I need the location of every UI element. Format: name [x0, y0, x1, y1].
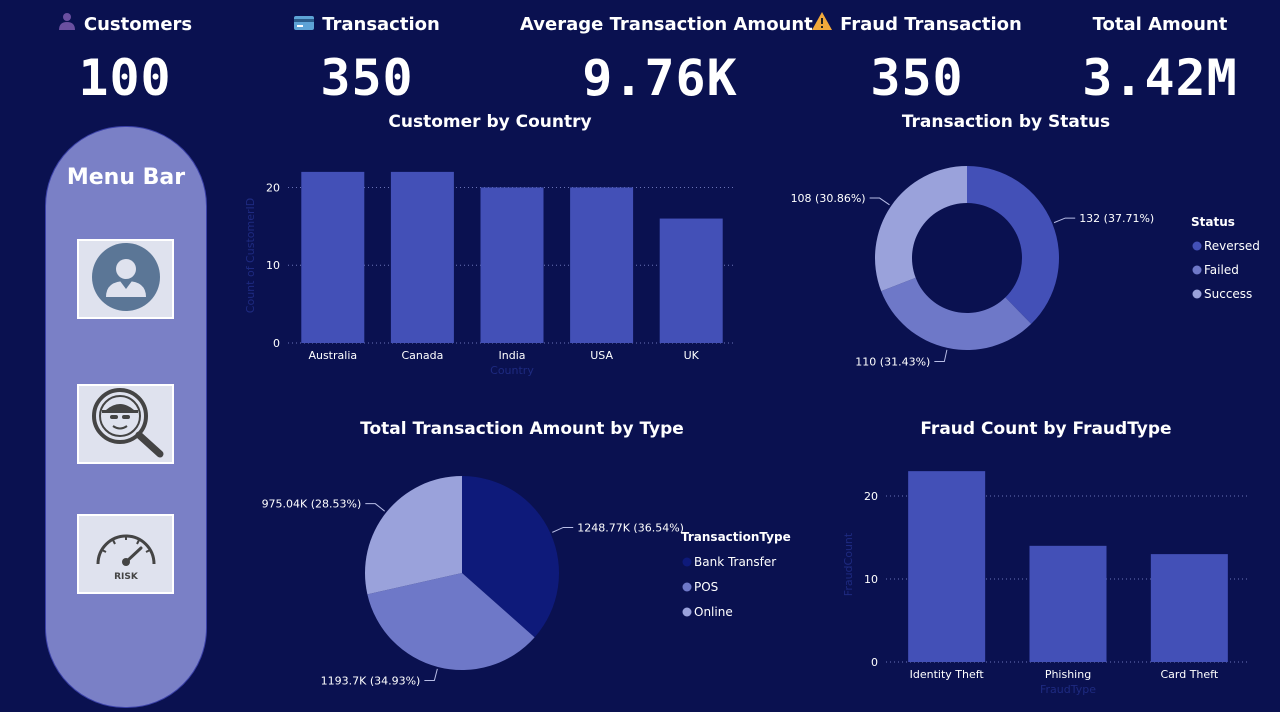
y-axis-title: FraudCount — [842, 532, 855, 596]
fraud-by-type-chart: 0 10 20 Identity Theft Phishing Card Theft Fra… — [842, 471, 1250, 696]
y-tick-label: 20 — [864, 490, 878, 503]
bar[interactable] — [1150, 554, 1228, 662]
x-tick-label: Identity Theft — [910, 668, 985, 681]
bar[interactable] — [908, 471, 986, 662]
bar[interactable] — [1029, 545, 1107, 662]
x-axis-title: FraudType — [1040, 683, 1096, 696]
x-tick-label: Phishing — [1045, 668, 1091, 681]
x-tick-label: Card Theft — [1160, 668, 1218, 681]
y-tick-label: 10 — [864, 573, 878, 586]
y-tick-label: 0 — [871, 656, 878, 669]
